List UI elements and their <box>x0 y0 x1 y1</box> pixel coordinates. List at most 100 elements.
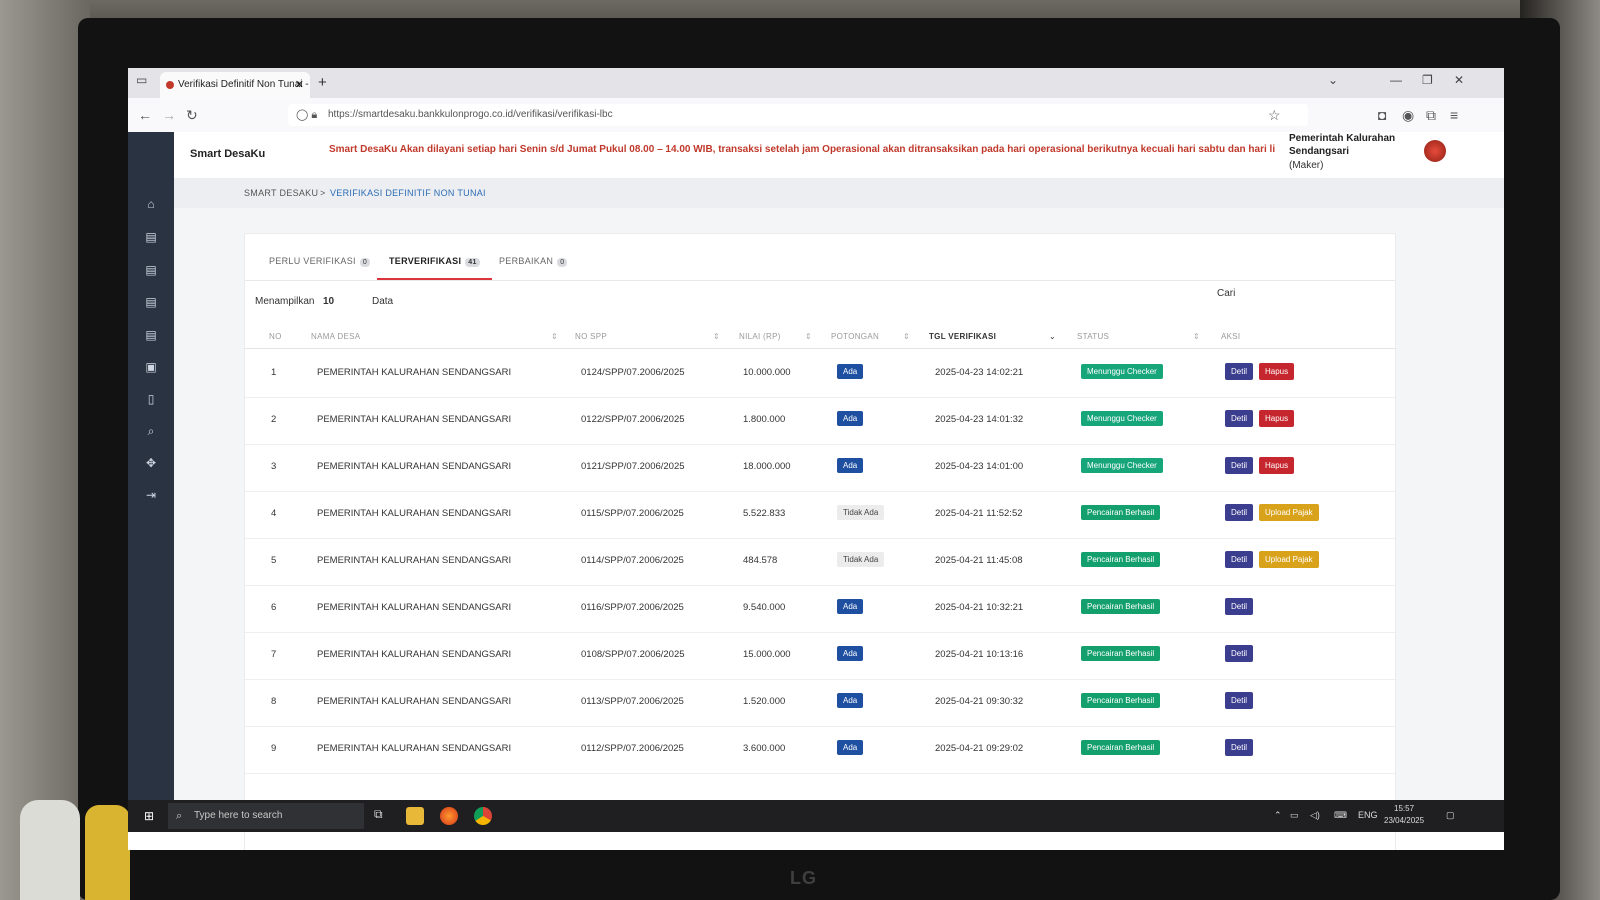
detil-button[interactable]: Detil <box>1225 598 1254 615</box>
language-indicator[interactable]: ENG <box>1358 810 1378 820</box>
url-text: https://smartdesaku.bankkulonprogo.co.id… <box>328 109 613 120</box>
detil-button[interactable]: Detil <box>1225 504 1254 521</box>
detil-button[interactable]: Detil <box>1225 645 1254 662</box>
hapus-button[interactable]: Hapus <box>1259 410 1295 427</box>
page-size-select[interactable]: 10 <box>323 296 334 307</box>
col-potongan[interactable]: POTONGAN <box>831 332 879 341</box>
windows-start-icon[interactable]: ⊞ <box>144 809 158 823</box>
search-label: Cari <box>1217 288 1236 299</box>
col-nama-desa[interactable]: NAMA DESA <box>311 332 360 341</box>
money-icon[interactable]: ▣ <box>143 359 159 375</box>
cell-nama-desa: PEMERINTAH KALURAHAN SENDANGSARI <box>317 367 512 378</box>
address-bar[interactable]: ◯ 🔒︎ https://smartdesaku.bankkulonprogo.… <box>288 104 1308 126</box>
clock-date: 23/04/2025 <box>1384 816 1425 825</box>
bookmark-star-icon[interactable]: ☆ <box>1268 107 1281 124</box>
keyboard-icon[interactable]: ⌨ <box>1334 810 1347 821</box>
user-role: (Maker) <box>1289 160 1324 171</box>
detil-button[interactable]: Detil <box>1225 363 1254 380</box>
potongan-badge: Ada <box>837 364 864 379</box>
volume-icon[interactable]: ◁) <box>1310 810 1320 821</box>
pocket-icon[interactable]: ◘ <box>1378 107 1386 123</box>
home-icon[interactable]: ⌂ <box>143 196 159 212</box>
cell-tgl-verifikasi: 2025-04-23 14:01:00 <box>935 461 1024 472</box>
back-icon[interactable]: ← <box>138 107 152 123</box>
notification-icon[interactable]: ▢ <box>1446 810 1455 821</box>
sidebar: ⌂ ▤ ▤ ▤ ▤ ▣ ▯ ⌕ ✥ ⇥ <box>128 132 174 832</box>
logout-icon[interactable]: ⇥ <box>143 487 159 503</box>
sort-icon[interactable]: ⇕ <box>713 332 720 341</box>
cell-nilai: 1.800.000 <box>743 414 786 425</box>
clock-time: 15:57 <box>1394 804 1415 813</box>
col-nilai[interactable]: NILAI (RP) <box>739 332 781 341</box>
close-tab-icon[interactable]: ✕ <box>295 72 304 98</box>
potongan-badge: Ada <box>837 693 864 708</box>
table-row: 5 PEMERINTAH KALURAHAN SENDANGSARI 0114/SP… <box>245 538 1395 586</box>
clock[interactable]: 15:57 23/04/2025 <box>1384 803 1424 827</box>
document-icon[interactable]: ▯ <box>143 391 159 407</box>
table-row: 4 PEMERINTAH KALURAHAN SENDANGSARI 0115/SP… <box>245 491 1395 539</box>
taskbar-search[interactable]: ⌕ Type here to search <box>168 803 364 829</box>
sort-icon[interactable]: ⇕ <box>1193 332 1200 341</box>
search-input[interactable] <box>1245 282 1369 304</box>
map-icon[interactable]: ▤ <box>143 262 159 278</box>
cell-tgl-verifikasi: 2025-04-21 10:13:16 <box>935 649 1024 660</box>
extensions-icon[interactable]: ⧉ <box>1426 107 1436 124</box>
announcement-marquee: Smart DesaKu Akan dilayani setiap hari S… <box>329 144 1276 155</box>
col-tgl-verifikasi[interactable]: TGL VERIFIKASI <box>929 332 996 341</box>
sort-icon[interactable]: ⇕ <box>805 332 812 341</box>
reload-icon[interactable]: ↻ <box>186 107 198 124</box>
detil-button[interactable]: Detil <box>1225 457 1254 474</box>
map-icon[interactable]: ▤ <box>143 229 159 245</box>
tab-perbaikan[interactable]: PERBAIKAN 0 <box>499 256 568 278</box>
avatar[interactable] <box>1424 140 1446 162</box>
tab-perlu-verifikasi[interactable]: PERLU VERIFIKASI 0 <box>269 256 371 278</box>
detil-button[interactable]: Detil <box>1225 551 1254 568</box>
breadcrumb-current: VERIFIKASI DEFINITIF NON TUNAI <box>330 188 486 198</box>
firefox-icon[interactable] <box>440 807 458 825</box>
detil-button[interactable]: Detil <box>1225 410 1254 427</box>
account-icon[interactable]: ◉ <box>1402 107 1414 124</box>
detil-button[interactable]: Detil <box>1225 739 1254 756</box>
upload-pajak-button[interactable]: Upload Pajak <box>1259 504 1319 521</box>
tab-terverifikasi[interactable]: TERVERIFIKASI 41 <box>377 256 492 280</box>
menu-icon[interactable]: ≡ <box>1450 107 1458 123</box>
hapus-button[interactable]: Hapus <box>1259 363 1295 380</box>
close-window-icon[interactable]: ✕ <box>1454 73 1464 87</box>
hapus-button[interactable]: Hapus <box>1259 457 1295 474</box>
maximize-icon[interactable]: ❐ <box>1422 73 1433 87</box>
cell-nilai: 18.000.000 <box>743 461 791 472</box>
tray-chevron-icon[interactable]: ⌃ <box>1274 810 1282 821</box>
task-view-icon[interactable]: ⧉ <box>374 807 383 822</box>
cell-no: 3 <box>271 461 277 472</box>
breadcrumb-home[interactable]: SMART DESAKU <box>244 188 318 198</box>
col-no[interactable]: NO <box>269 332 282 341</box>
browser-tab[interactable]: Verifikasi Definitif Non Tunai - S ✕ <box>160 72 310 98</box>
col-status[interactable]: STATUS <box>1077 332 1109 341</box>
sort-icon[interactable]: ⇕ <box>551 332 558 341</box>
network-icon[interactable]: ▭ <box>1290 810 1299 821</box>
upload-pajak-button[interactable]: Upload Pajak <box>1259 551 1319 568</box>
tab-list-icon[interactable]: ▭ <box>136 73 147 87</box>
minimize-icon[interactable]: — <box>1390 73 1402 87</box>
new-tab-icon[interactable]: + <box>318 74 327 91</box>
chevron-down-icon[interactable]: ⌄ <box>1328 73 1338 87</box>
table-row: 9 PEMERINTAH KALURAHAN SENDANGSARI 0112/SP… <box>245 726 1395 774</box>
taskbar-search-placeholder: Type here to search <box>194 810 283 821</box>
detil-button[interactable]: Detil <box>1225 692 1254 709</box>
sort-desc-icon[interactable]: ⌄ <box>1049 332 1056 341</box>
search-icon[interactable]: ⌕ <box>143 423 159 439</box>
map-icon[interactable]: ▤ <box>143 294 159 310</box>
breadcrumb: SMART DESAKU > VERIFIKASI DEFINITIF NON … <box>174 178 1504 208</box>
forward-icon[interactable]: → <box>162 107 176 123</box>
cell-tgl-verifikasi: 2025-04-21 10:32:21 <box>935 602 1024 613</box>
bottle-cap <box>85 805 130 900</box>
page-size-label: Menampilkan <box>255 296 315 307</box>
map-icon[interactable]: ▤ <box>143 327 159 343</box>
col-no-spp[interactable]: NO SPP <box>575 332 607 341</box>
file-explorer-icon[interactable] <box>406 807 424 825</box>
chrome-icon[interactable] <box>474 807 492 825</box>
user-name[interactable]: Pemerintah Kalurahan Sendangsari <box>1289 132 1409 158</box>
app-brand[interactable]: Smart DesaKu <box>190 148 265 160</box>
move-icon[interactable]: ✥ <box>143 455 159 471</box>
sort-icon[interactable]: ⇕ <box>903 332 910 341</box>
